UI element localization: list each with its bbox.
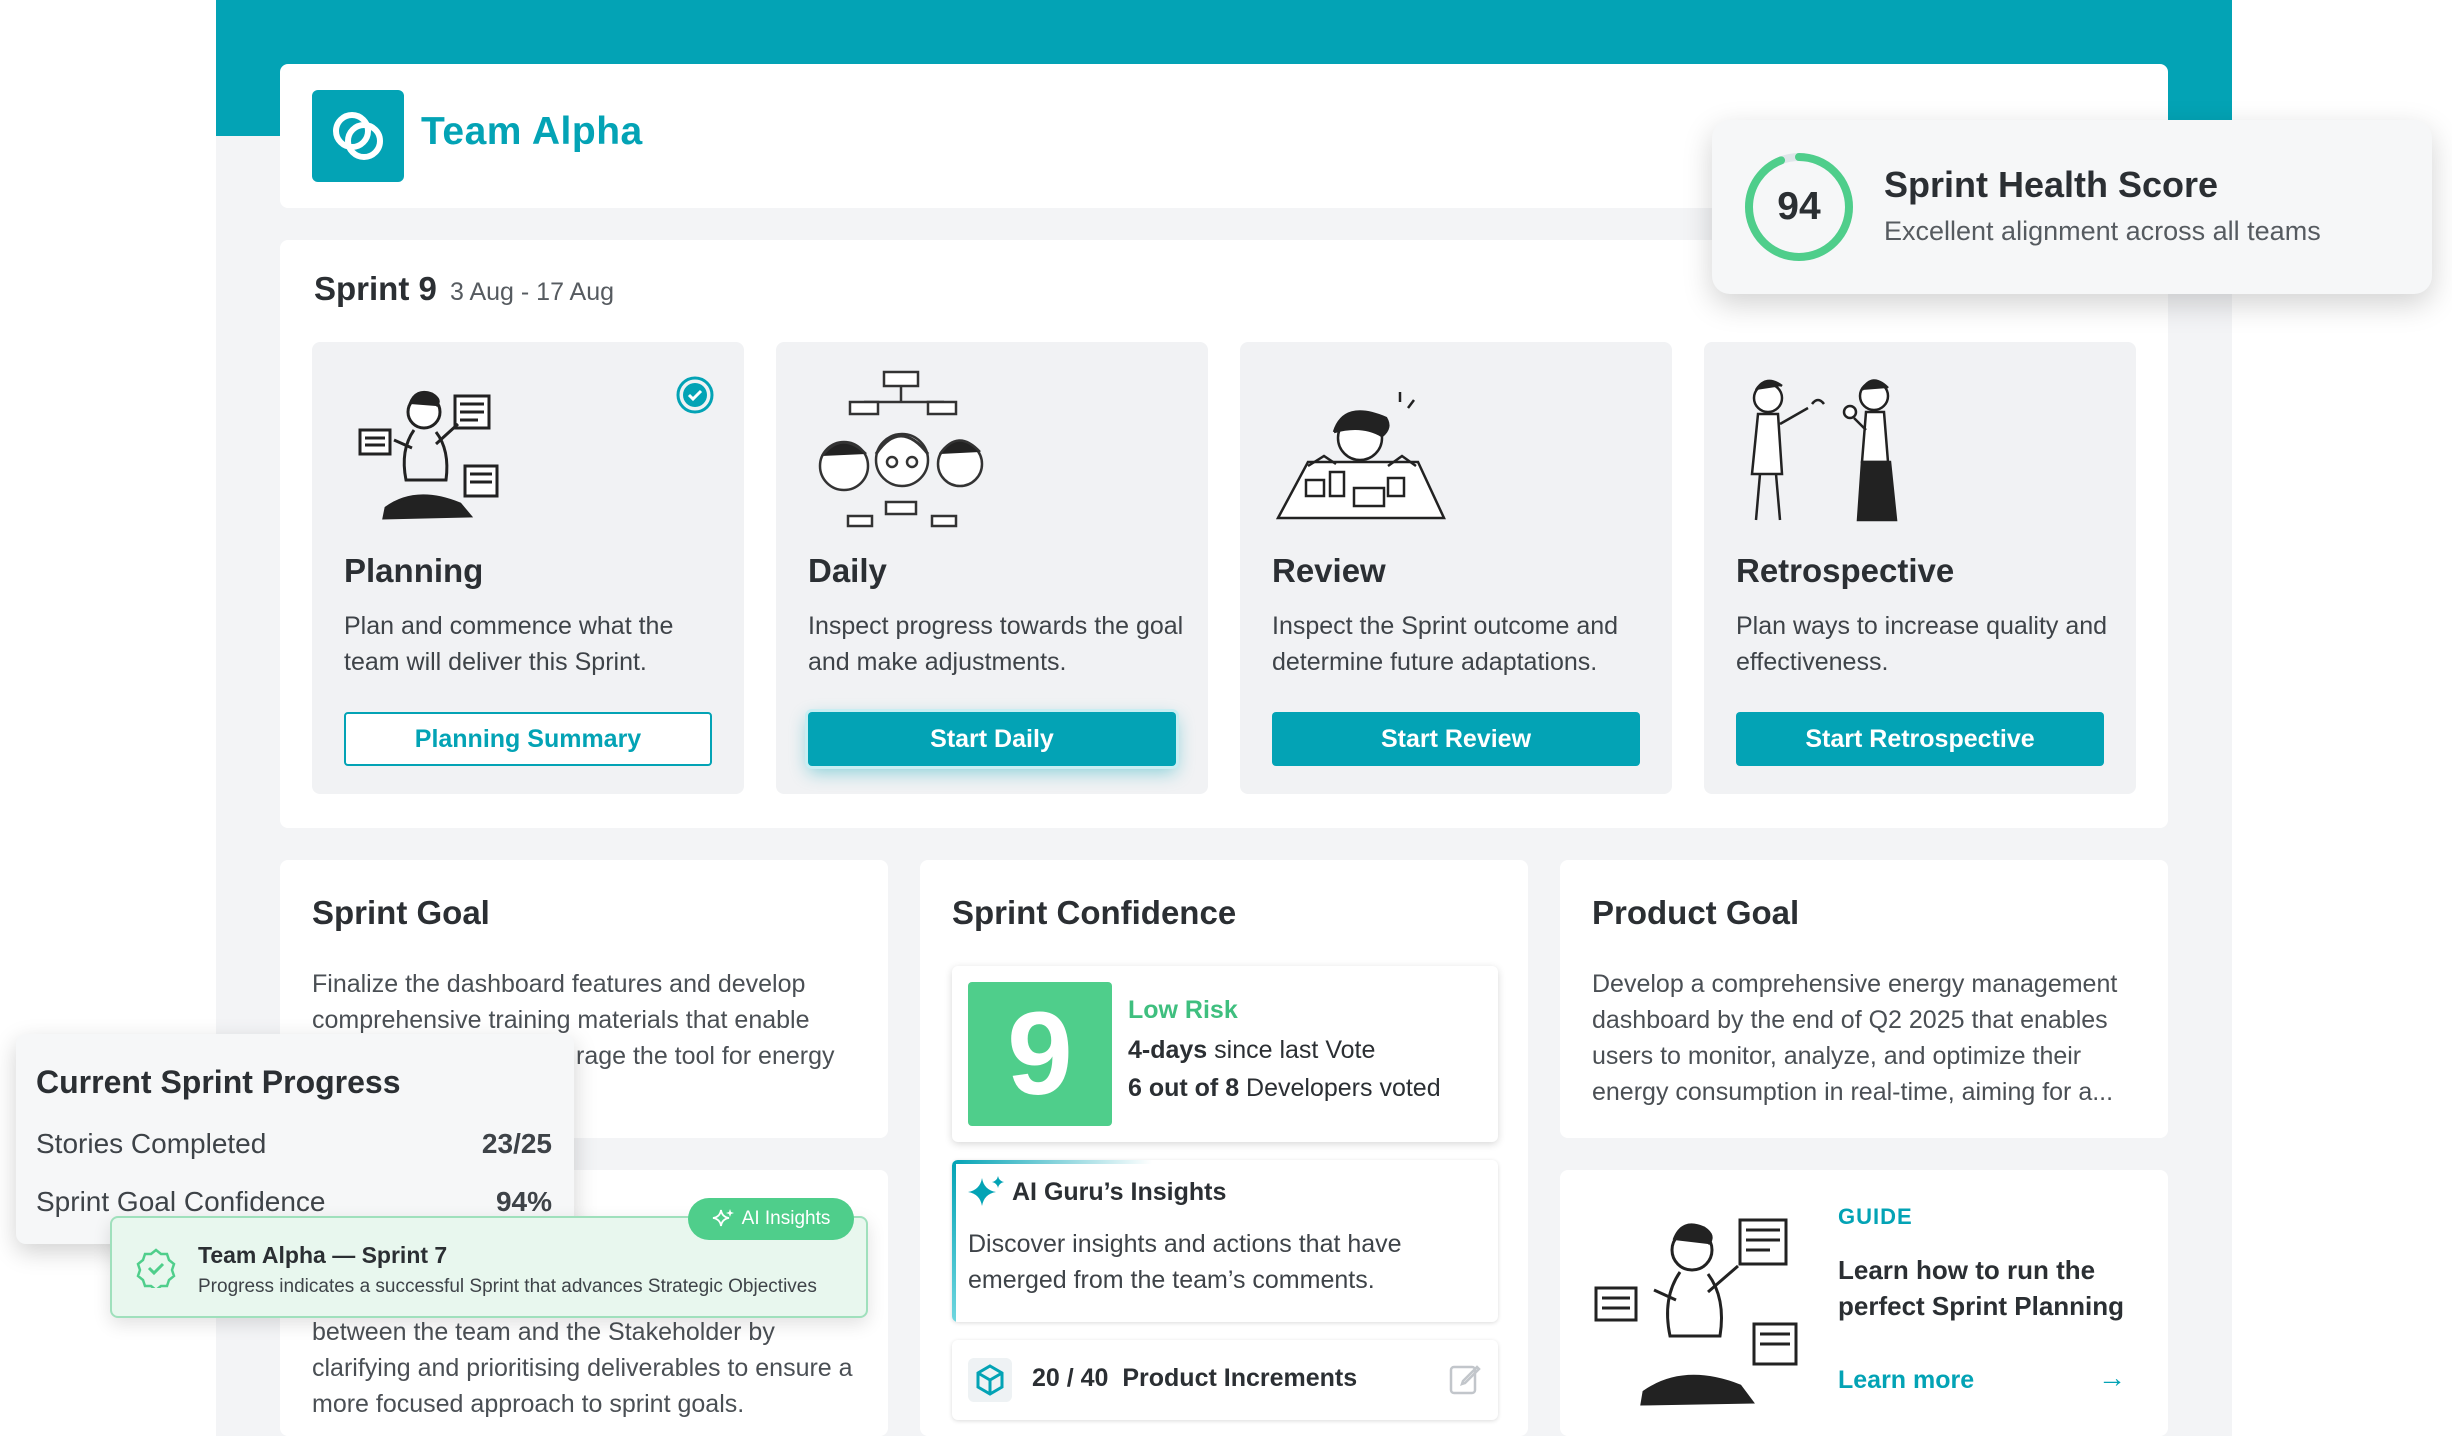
sprint-goal-text-tail: rage the tool for energy: [576, 1042, 835, 1070]
event-card-planning: Planning Plan and commence what the team…: [312, 342, 744, 794]
progress-title: Current Sprint Progress: [36, 1064, 401, 1100]
event-name: Review: [1272, 552, 1386, 589]
ai-guru-title: AI Guru’s Insights: [1012, 1178, 1227, 1206]
sprint-goal-text: Finalize the dashboard features and deve…: [312, 970, 810, 1034]
accent-bar-top: [952, 1160, 1152, 1164]
toast-title: Team Alpha — Sprint 7: [198, 1242, 448, 1268]
review-illustration: [1275, 392, 1446, 520]
product-goal-text: Develop a comprehensive energy managemen…: [1592, 970, 2118, 1106]
product-goal-title: Product Goal: [1592, 894, 1800, 931]
team-name: Team Alpha: [421, 110, 643, 153]
guide-illustration: [1594, 1218, 1798, 1406]
increments-count: 20 / 40 Product Increments: [1032, 1364, 1358, 1392]
sprint-goal-title: Sprint Goal: [312, 894, 490, 931]
sprint-confidence-card: Sprint Confidence 9 Low Risk 4-days sinc…: [920, 860, 1528, 1436]
event-description: Plan ways to increase quality and effect…: [1736, 612, 2108, 676]
ai-insights-pill[interactable]: AI Insights: [688, 1198, 854, 1240]
progress-row: Sprint Goal Confidence 94%: [36, 1186, 552, 1218]
learn-more-link[interactable]: Learn more: [1838, 1366, 1974, 1395]
completed-check-icon: [676, 376, 714, 414]
progress-value: 23/25: [481, 1128, 552, 1159]
event-card-review: Review Inspect the Sprint outcome and de…: [1240, 342, 1672, 794]
start-daily-button[interactable]: Start Daily: [808, 712, 1176, 766]
vote-count: 6 out of 8 Developers voted: [1128, 1074, 1441, 1102]
arrow-right-icon[interactable]: →: [2098, 1362, 2126, 1394]
product-increments-row[interactable]: 20 / 40 Product Increments: [952, 1340, 1498, 1420]
health-title: Sprint Health Score: [1884, 164, 2219, 205]
toast-subtitle: Progress indicates a successful Sprint t…: [198, 1276, 817, 1297]
health-score: 94: [1777, 185, 1821, 228]
confidence-score: 9: [968, 982, 1112, 1126]
event-description: Inspect progress towards the goal and ma…: [808, 612, 1184, 676]
event-name: Planning: [344, 552, 484, 589]
edit-icon[interactable]: [1448, 1362, 1482, 1396]
guide-label: GUIDE: [1838, 1204, 1913, 1229]
sprint-panel: Sprint 9 3 Aug - 17 Aug Planning Plan an…: [280, 240, 2168, 828]
event-card-retrospective: Retrospective Plan ways to increase qual…: [1704, 342, 2136, 794]
accent-bar: [952, 1160, 956, 1322]
ai-guru-insights[interactable]: AI Guru’s Insights Discover insights and…: [952, 1160, 1498, 1322]
event-name: Retrospective: [1736, 552, 1955, 589]
event-card-daily: Daily Inspect progress towards the goal …: [776, 342, 1208, 794]
risk-level: Low Risk: [1128, 996, 1238, 1024]
ai-guru-text: Discover insights and actions that have …: [968, 1230, 1402, 1294]
sprint-confidence-title: Sprint Confidence: [952, 894, 1237, 931]
planning-illustration: [358, 390, 499, 520]
event-description: Plan and commence what the team will del…: [344, 612, 674, 676]
ai-insights-label: AI Insights: [741, 1208, 831, 1229]
start-review-button[interactable]: Start Review: [1272, 712, 1640, 766]
event-description: Inspect the Sprint outcome and determine…: [1272, 612, 1619, 676]
daily-illustration: [818, 370, 984, 528]
sprint-health-card: 94 Sprint Health Score Excellent alignme…: [1712, 120, 2432, 294]
guide-text: Learn how to run the perfect Sprint Plan…: [1838, 1255, 2125, 1321]
team-logo-icon: [312, 90, 404, 182]
start-retrospective-button[interactable]: Start Retrospective: [1736, 712, 2104, 766]
retrospective-illustration: [1750, 379, 1898, 522]
sprint-name: Sprint 9: [314, 270, 437, 307]
progress-label: Stories Completed: [36, 1128, 267, 1159]
confidence-summary[interactable]: 9 Low Risk 4-days since last Vote 6 out …: [952, 966, 1498, 1142]
sparkle-icon: [712, 1209, 734, 1227]
event-name: Daily: [808, 552, 887, 589]
sparkle-icon: [968, 1176, 1004, 1206]
product-goal-card: Product Goal Develop a comprehensive ene…: [1560, 860, 2168, 1138]
guide-card: GUIDE Learn how to run the perfect Sprin…: [1560, 1170, 2168, 1436]
sprint-goal-detail-text: between the team and the Stakeholder by …: [312, 1318, 853, 1418]
current-sprint-progress-card: Current Sprint Progress Stories Complete…: [16, 1034, 574, 1244]
progress-value: 94%: [495, 1186, 552, 1217]
planning-summary-button[interactable]: Planning Summary: [344, 712, 712, 766]
progress-row: Stories Completed 23/25: [36, 1128, 552, 1160]
cube-icon: [968, 1358, 1012, 1402]
progress-label: Sprint Goal Confidence: [36, 1186, 326, 1217]
vote-recency: 4-days since last Vote: [1128, 1036, 1376, 1064]
verified-badge-icon: [136, 1248, 176, 1288]
sprint-dates: 3 Aug - 17 Aug: [450, 278, 615, 306]
health-subtitle: Excellent alignment across all teams: [1884, 216, 2321, 246]
